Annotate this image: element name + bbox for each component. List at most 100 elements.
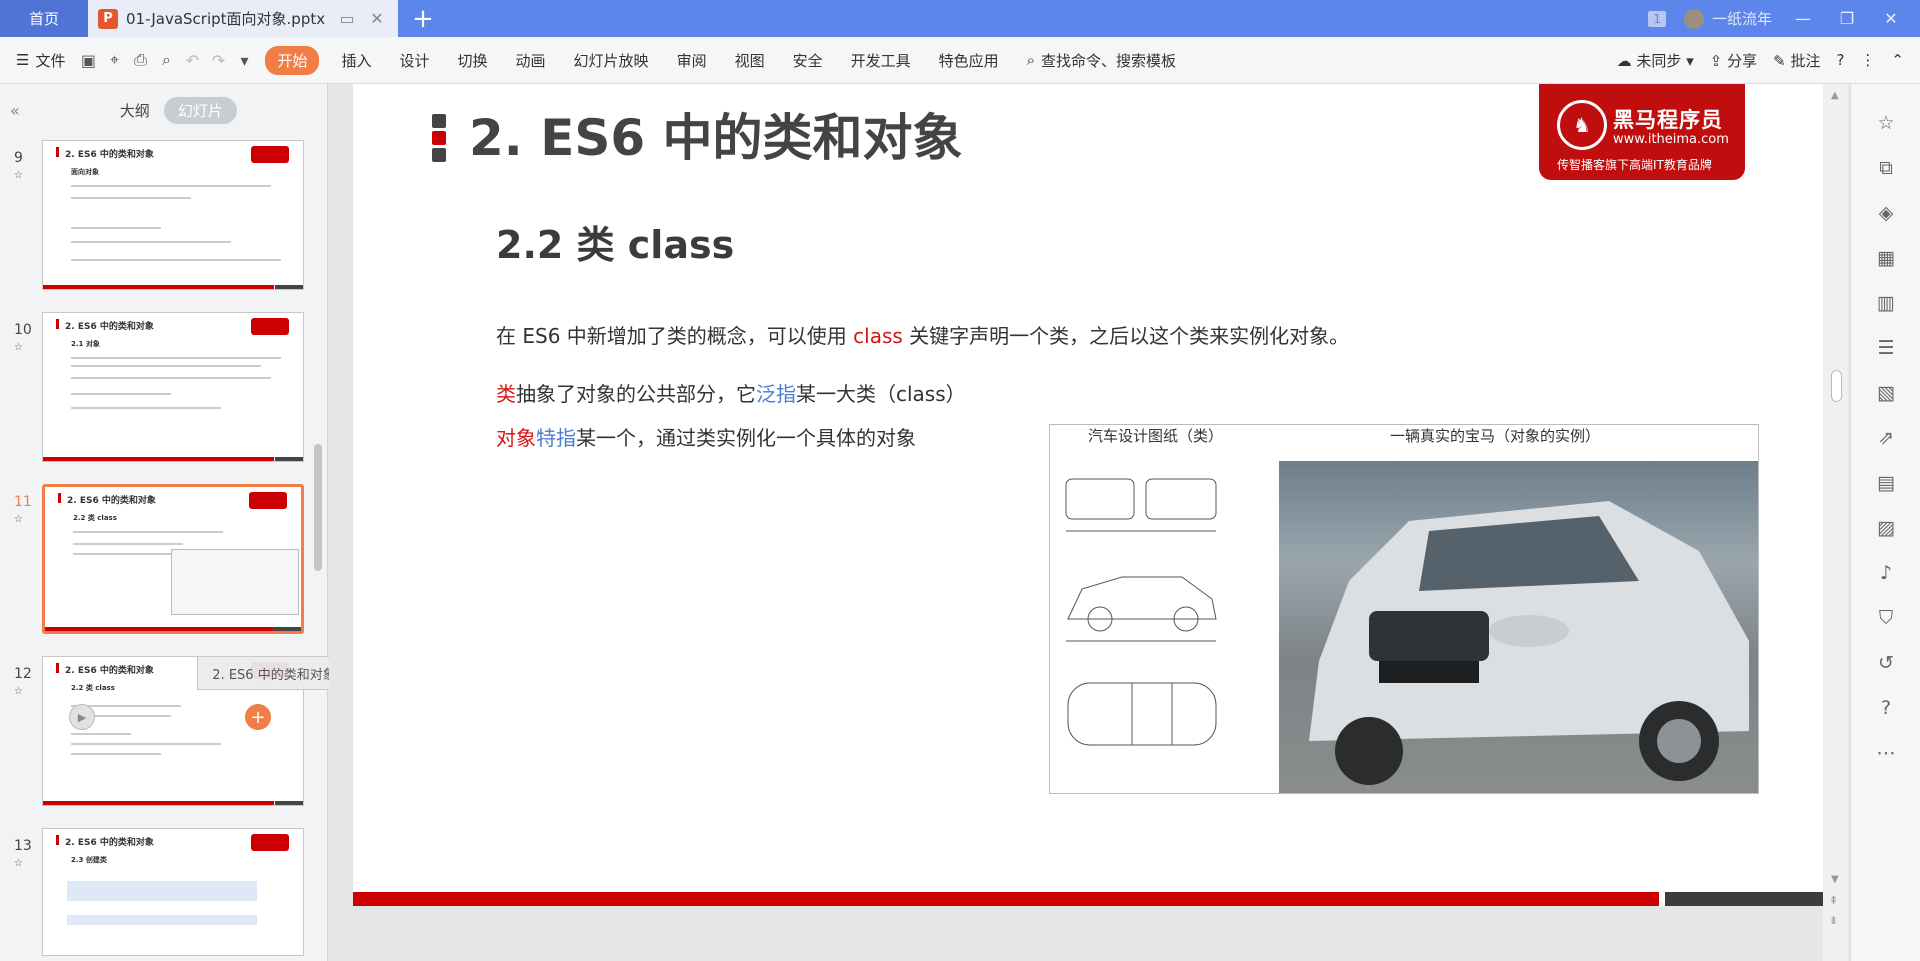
tab-outline[interactable]: 大纲	[120, 100, 150, 121]
restore-icon[interactable]: ❐	[1834, 9, 1860, 28]
window-count-badge[interactable]: 1	[1648, 10, 1666, 27]
class-object-illustration[interactable]: 汽车设计图纸（类） 一辆真实的宝马（对象的实例）	[1049, 424, 1759, 794]
annotate-button[interactable]: ✎ 批注	[1773, 50, 1820, 71]
menu-slideshow[interactable]: 幻灯片放映	[560, 50, 663, 71]
add-slide-button[interactable]: +	[245, 704, 271, 730]
horse-logo-icon: ♞	[1557, 100, 1607, 150]
thumbnail-text-line	[71, 753, 161, 755]
thumbnail-row[interactable]: 13 ☆ 2. ES6 中的类和对象 2.3 创建类	[0, 828, 310, 958]
thumbnail-logo	[251, 146, 289, 163]
image-icon[interactable]: ▨	[1851, 505, 1920, 550]
menu-insert[interactable]: 插入	[327, 50, 385, 71]
collapse-panel-icon[interactable]: «	[10, 101, 20, 120]
play-slide-icon[interactable]: ▶	[69, 704, 95, 730]
settings-sliders-icon[interactable]: ☰	[1851, 325, 1920, 370]
paragraph-class-intro[interactable]: 在 ES6 中新增加了类的概念，可以使用 class 关键字声明一个类，之后以这…	[496, 320, 1349, 349]
more-icon[interactable]: ⋯	[1851, 730, 1920, 775]
menu-security[interactable]: 安全	[779, 50, 837, 71]
text-span: 某一大类（class）	[796, 382, 966, 406]
customize-toolbar-icon[interactable]: ▾	[231, 51, 257, 70]
thumbnail-row-active[interactable]: 11 ☆ 2. ES6 中的类和对象 2.2 类 class	[0, 484, 310, 636]
slide-scrollbar[interactable]: ▲ ▼ ⇞ ⇟	[1823, 84, 1848, 961]
history-icon[interactable]: ↺	[1851, 640, 1920, 685]
command-search[interactable]: ⌕ 查找命令、搜索模板	[1013, 50, 1190, 71]
file-menu[interactable]: ☰ 文件	[16, 50, 75, 71]
sync-button[interactable]: ☁ 未同步 ▾	[1617, 50, 1694, 71]
thumbnail-number: 11	[14, 494, 32, 510]
new-tab-button[interactable]: +	[398, 0, 448, 37]
thumbnail-logo	[251, 834, 289, 851]
menu-developer[interactable]: 开发工具	[837, 50, 925, 71]
thumbnail-logo	[249, 492, 287, 509]
tab-slides[interactable]: 幻灯片	[163, 96, 237, 124]
print-preview-icon[interactable]: ⌕	[153, 50, 179, 70]
more-options-icon[interactable]: ⋮	[1860, 51, 1875, 69]
previous-slide-icon[interactable]: ⇞	[1829, 894, 1838, 907]
animation-star-icon: ☆	[14, 858, 23, 869]
slide-thumbnail[interactable]: 2. ES6 中的类和对象 2.1 对象	[42, 312, 304, 462]
menu-animation[interactable]: 动画	[502, 50, 560, 71]
paragraph-class-abstract[interactable]: 类抽象了对象的公共部分，它泛指某一大类（class）	[496, 378, 966, 407]
slide-title[interactable]: 2. ES6 中的类和对象	[469, 98, 963, 170]
replace-icon[interactable]: ⧉	[1851, 145, 1920, 190]
paragraph-object-instance[interactable]: 对象特指某一个，通过类实例化一个具体的对象	[496, 422, 916, 451]
slide-thumbnail-selected[interactable]: 2. ES6 中的类和对象 2.2 类 class	[42, 484, 304, 634]
sync-label: 未同步	[1636, 51, 1682, 70]
close-tab-icon[interactable]: ✕	[366, 8, 388, 30]
undo-icon[interactable]: ↶	[179, 51, 205, 70]
collapse-ribbon-icon[interactable]: ⌃	[1891, 51, 1904, 69]
command-search-label: 查找命令、搜索模板	[1041, 51, 1177, 70]
share-button[interactable]: ⇪ 分享	[1710, 50, 1757, 71]
menu-transition[interactable]: 切换	[444, 50, 502, 71]
thumbnail-number: 12	[14, 666, 32, 682]
menu-view[interactable]: 视图	[721, 50, 779, 71]
thumbnail-title: 2. ES6 中的类和对象	[56, 319, 154, 332]
scroll-down-icon[interactable]: ▼	[1831, 874, 1839, 885]
save-icon[interactable]: ▣	[75, 51, 101, 70]
home-tab[interactable]: 首页	[0, 0, 88, 37]
thumbnail-row[interactable]: 9 ☆ 2. ES6 中的类和对象 面向对象	[0, 140, 310, 292]
shield-icon[interactable]: ⛉	[1851, 595, 1920, 640]
menu-review[interactable]: 审阅	[663, 50, 721, 71]
star-icon[interactable]: ☆	[1851, 100, 1920, 145]
animation-star-icon: ☆	[14, 686, 23, 697]
close-window-icon[interactable]: ✕	[1878, 9, 1904, 28]
menu-design[interactable]: 设计	[386, 50, 444, 71]
export-icon[interactable]: ⇗	[1851, 415, 1920, 460]
thumbnail-text-line	[71, 365, 261, 367]
archive-icon[interactable]: ▤	[1851, 460, 1920, 505]
help-icon[interactable]: ?	[1836, 51, 1844, 69]
print-icon[interactable]: ⎙	[127, 50, 153, 70]
thumbnail-red-bar	[43, 801, 274, 805]
thumbnail-red-bar	[43, 285, 274, 289]
chart-icon[interactable]: ▥	[1851, 280, 1920, 325]
scrollbar-thumb[interactable]	[1831, 370, 1842, 402]
menu-start[interactable]: 开始	[265, 45, 320, 75]
pptx-icon: P	[98, 8, 118, 29]
apps-icon[interactable]: ▦	[1851, 235, 1920, 280]
slide-canvas[interactable]: 2. ES6 中的类和对象 ♞ 黑马程序员 www.itheima.com 传智…	[353, 84, 1823, 906]
slide-thumbnail[interactable]: 2. ES6 中的类和对象 2.3 创建类	[42, 828, 304, 956]
next-slide-icon[interactable]: ⇟	[1829, 914, 1838, 927]
help-circle-icon[interactable]: ?	[1851, 685, 1920, 730]
image-stack-icon[interactable]: ▧	[1851, 370, 1920, 415]
thumbnail-tooltip: 2. ES6 中的类和对象	[197, 656, 351, 690]
tab-screen-icon[interactable]: ▭	[336, 8, 358, 30]
format-painter-icon[interactable]: ⌖	[101, 50, 127, 70]
layers-icon[interactable]: ◈	[1851, 190, 1920, 235]
redo-icon[interactable]: ↷	[205, 51, 231, 70]
user-account[interactable]: 一纸流年	[1683, 8, 1772, 29]
slide-subtitle[interactable]: 2.2 类 class	[496, 214, 734, 269]
thumbnail-text-line	[71, 733, 131, 735]
thumbnail-red-bar	[43, 457, 274, 461]
thumbnail-scrollbar[interactable]	[314, 444, 322, 571]
thumbnail-row[interactable]: 10 ☆ 2. ES6 中的类和对象 2.1 对象	[0, 312, 310, 464]
thumbnail-image	[171, 549, 299, 615]
menu-features[interactable]: 特色应用	[925, 50, 1013, 71]
audio-icon[interactable]: ♪	[1851, 550, 1920, 595]
slide-thumbnail[interactable]: 2. ES6 中的类和对象 面向对象	[42, 140, 304, 290]
document-tab[interactable]: P 01-JavaScript面向对象.pptx ▭ ✕	[88, 0, 398, 37]
scroll-up-icon[interactable]: ▲	[1831, 90, 1839, 101]
thumbnail-text-line	[73, 531, 223, 533]
minimize-icon[interactable]: —	[1790, 9, 1816, 28]
